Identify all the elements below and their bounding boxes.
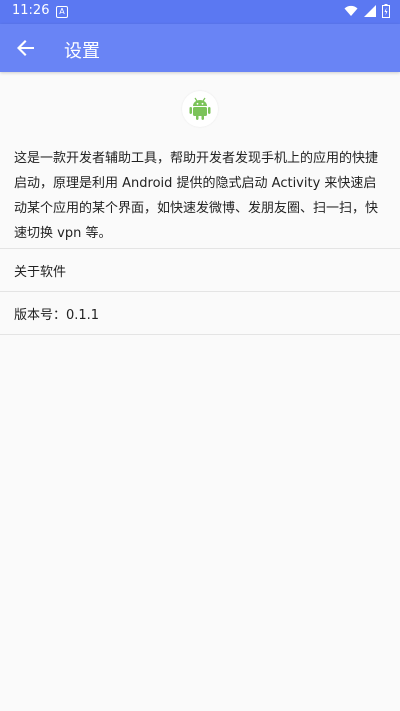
signal-icon bbox=[364, 5, 376, 17]
status-bar: 11:26 A bbox=[0, 0, 400, 24]
arrow-back-icon bbox=[17, 40, 34, 56]
version-item[interactable]: 版本号：0.1.1 bbox=[0, 292, 400, 334]
about-software-label: 关于软件 bbox=[14, 265, 67, 280]
system-icons bbox=[344, 4, 390, 18]
page-title: 设置 bbox=[64, 41, 100, 62]
app-logo bbox=[182, 91, 218, 127]
wifi-icon bbox=[344, 5, 358, 16]
status-time: 11:26 bbox=[12, 3, 50, 18]
app-description: 这是一款开发者辅助工具，帮助开发者发现手机上的应用的快捷启动，原理是利用 And… bbox=[14, 151, 379, 241]
app-bar: 设置 bbox=[0, 24, 400, 72]
battery-icon bbox=[382, 4, 390, 18]
version-label: 版本号：0.1.1 bbox=[14, 308, 100, 323]
about-software-item[interactable]: 关于软件 bbox=[0, 249, 400, 291]
notification-a-icon: A bbox=[56, 6, 68, 18]
divider bbox=[0, 334, 400, 335]
back-button[interactable] bbox=[12, 34, 40, 62]
android-robot-icon bbox=[189, 97, 211, 120]
